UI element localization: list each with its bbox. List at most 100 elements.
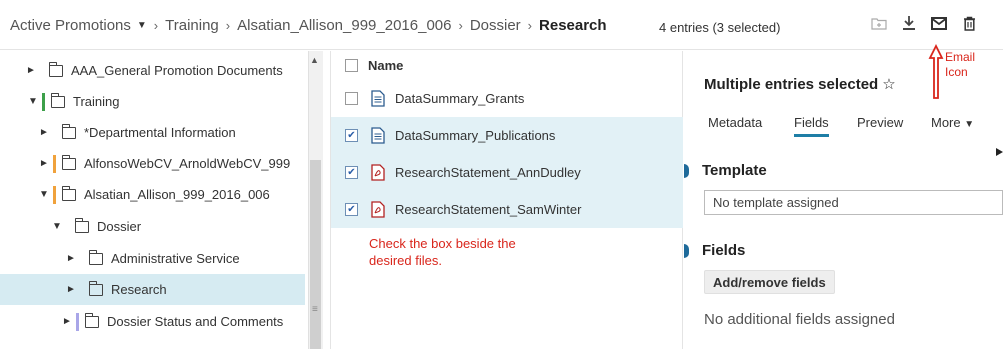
chevron-down-icon[interactable]: ▼ [52, 221, 62, 232]
color-bar [53, 185, 56, 204]
chevron-down-icon[interactable]: ▼ [39, 189, 49, 200]
tab-more[interactable]: More ▼ [931, 115, 974, 130]
tree-item[interactable]: ▼ Alsatian_Allison_999_2016_006 [0, 179, 305, 210]
file-row[interactable]: DataSummary_Grants [331, 80, 683, 117]
document-icon [371, 127, 385, 144]
tree-item-selected[interactable]: ► Research [0, 274, 305, 305]
trash-icon[interactable] [960, 14, 978, 32]
download-icon[interactable] [900, 14, 918, 32]
tree-item[interactable]: ▼ Dossier [0, 211, 305, 242]
tree-item-label: *Departmental Information [84, 125, 236, 140]
section-marker [684, 164, 689, 178]
file-row[interactable]: ✔ ResearchStatement_AnnDudley [331, 154, 683, 191]
toolbar [870, 14, 978, 32]
chevron-right-icon[interactable]: ► [66, 284, 76, 295]
no-fields-text: No additional fields assigned [704, 311, 895, 328]
folder-icon [84, 312, 99, 328]
section-marker [684, 244, 689, 258]
file-list-header: Name [331, 51, 683, 80]
details-panel: Multiple entries selected ☆ Metadata Fiel… [684, 51, 1003, 349]
breadcrumb: Active Promotions ▼ › Training › Alsatia… [10, 17, 607, 34]
folder-icon [48, 61, 63, 77]
column-header-name[interactable]: Name [368, 58, 403, 73]
file-checkbox[interactable]: ✔ [345, 203, 358, 216]
fields-heading: Fields [702, 242, 746, 259]
folder-tree: ► AAA_General Promotion Documents ▼ Trai… [0, 51, 323, 349]
tree-item-label: Dossier [97, 219, 142, 234]
file-name: DataSummary_Publications [395, 128, 556, 143]
folder-icon [50, 92, 65, 108]
scroll-up-icon[interactable]: ▲ [310, 55, 319, 65]
chevron-down-icon[interactable]: ▼ [28, 96, 38, 107]
tab-preview[interactable]: Preview [857, 115, 903, 130]
color-bar [53, 154, 56, 173]
pdf-icon [371, 201, 385, 218]
file-name: ResearchStatement_AnnDudley [395, 165, 581, 180]
tree-item-label: Dossier Status and Comments [107, 314, 284, 329]
annotation-line: Check the box beside the [369, 236, 516, 251]
breadcrumb-item-alsatian[interactable]: Alsatian_Allison_999_2016_006 [237, 17, 451, 34]
tree-item-label: Training [73, 94, 120, 109]
tree-item-label: Research [111, 282, 167, 297]
tree-item[interactable]: ► *Departmental Information [0, 117, 305, 148]
add-folder-icon[interactable] [870, 14, 888, 32]
template-heading: Template [702, 162, 767, 179]
top-bar: Active Promotions ▼ › Training › Alsatia… [0, 0, 1003, 50]
tree-item-label: AAA_General Promotion Documents [71, 63, 283, 78]
breadcrumb-item-training[interactable]: Training [165, 17, 219, 34]
chevron-down-icon: ▼ [964, 119, 975, 130]
breadcrumb-current: Research [539, 17, 607, 34]
folder-icon [88, 249, 103, 265]
breadcrumb-separator-icon: › [225, 18, 231, 33]
chevron-right-icon[interactable]: ► [39, 127, 49, 138]
document-icon [371, 90, 385, 107]
breadcrumb-separator-icon: › [458, 18, 463, 33]
breadcrumb-item-dossier[interactable]: Dossier [470, 17, 521, 34]
add-remove-fields-button[interactable]: Add/remove fields [704, 270, 835, 294]
breadcrumb-separator-icon: › [527, 18, 533, 33]
panel-title-text: Multiple entries selected [704, 76, 879, 93]
tree-item-label: Administrative Service [111, 251, 240, 266]
folder-icon [88, 280, 103, 296]
chevron-right-icon[interactable]: ► [26, 65, 36, 76]
tree-item[interactable]: ► AlfonsoWebCV_ArnoldWebCV_999 [0, 148, 305, 179]
file-list: Name DataSummary_Grants ✔ DataSummary_Pu… [330, 51, 683, 349]
breadcrumb-item-active-promotions[interactable]: Active Promotions [10, 17, 131, 34]
tab-fields[interactable]: Fields [794, 115, 829, 137]
file-checkbox[interactable] [345, 92, 358, 105]
template-select[interactable]: No template assigned [704, 190, 1003, 215]
tree-item[interactable]: ▼ Training [0, 86, 305, 117]
scrollbar-thumb[interactable] [310, 160, 321, 349]
file-row[interactable]: ✔ DataSummary_Publications [331, 117, 683, 154]
tree-item-label: Alsatian_Allison_999_2016_006 [84, 187, 270, 202]
folder-icon [61, 123, 76, 139]
chevron-right-icon[interactable]: ► [62, 316, 72, 327]
folder-icon [61, 154, 76, 170]
file-row[interactable]: ✔ ResearchStatement_SamWinter [331, 191, 683, 228]
file-name: DataSummary_Grants [395, 91, 525, 106]
tab-metadata[interactable]: Metadata [708, 115, 762, 130]
star-icon[interactable]: ☆ [882, 76, 895, 93]
color-bar [42, 92, 45, 111]
chevron-down-icon[interactable]: ▼ [137, 20, 147, 31]
panel-tabs: Metadata Fields Preview More ▼ [684, 111, 1003, 137]
chevron-down-icon[interactable] [996, 145, 1003, 161]
tree-item[interactable]: ► Administrative Service [0, 243, 305, 274]
file-checkbox[interactable]: ✔ [345, 129, 358, 142]
panel-title: Multiple entries selected ☆ [704, 75, 896, 93]
chevron-right-icon[interactable]: ► [39, 158, 49, 169]
tab-more-label: More [931, 115, 961, 130]
grip-icon: ≡ [312, 304, 318, 315]
tree-item[interactable]: ► Dossier Status and Comments [0, 306, 305, 337]
tree-item-label: AlfonsoWebCV_ArnoldWebCV_999 [84, 156, 291, 171]
email-icon[interactable] [930, 14, 948, 32]
select-all-checkbox[interactable] [345, 59, 358, 72]
checkbox-annotation: Check the box beside the desired files. [369, 235, 569, 269]
folder-icon [61, 185, 76, 201]
chevron-right-icon[interactable]: ► [66, 253, 76, 264]
file-name: ResearchStatement_SamWinter [395, 202, 582, 217]
file-checkbox[interactable]: ✔ [345, 166, 358, 179]
breadcrumb-separator-icon: › [153, 18, 159, 33]
folder-icon [74, 217, 89, 233]
tree-item[interactable]: ► AAA_General Promotion Documents [0, 55, 305, 86]
